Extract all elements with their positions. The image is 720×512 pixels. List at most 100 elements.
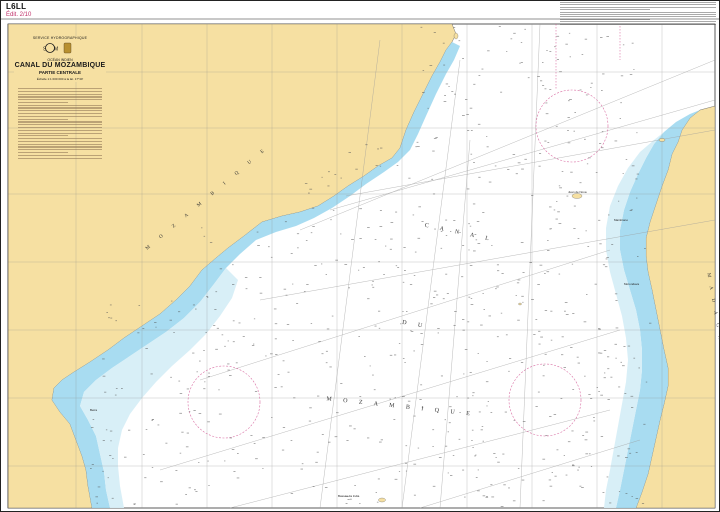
legend-block [560, 2, 716, 26]
sounding-mark [115, 320, 117, 322]
sounding-mark [453, 220, 456, 221]
scale-note: Échelle 1:1 000 000 à la lat. 17°30' [36, 77, 84, 81]
legend-line [560, 2, 716, 3]
sounding-mark [446, 293, 449, 294]
sounding-mark [462, 58, 464, 59]
sounding-mark [440, 247, 443, 249]
sounding-mark [420, 333, 423, 334]
sounding-mark [573, 205, 576, 207]
note-line [18, 90, 102, 92]
sounding-mark [233, 471, 236, 472]
sounding-mark [480, 324, 483, 326]
sounding-mark [208, 485, 210, 486]
sounding-mark [179, 393, 183, 394]
sounding-mark [376, 501, 379, 503]
sounding-mark [602, 73, 605, 75]
sounding-mark [431, 178, 434, 180]
sounding-mark [569, 99, 572, 100]
sounding-mark [508, 370, 510, 372]
sounding-mark [560, 398, 563, 399]
sounding-mark [483, 309, 485, 310]
sounding-mark [482, 440, 484, 442]
sounding-mark [349, 498, 352, 500]
sounding-mark [570, 171, 573, 173]
sounding-mark [201, 227, 203, 229]
sounding-mark [468, 249, 470, 251]
sounding-mark [173, 332, 175, 333]
sounding-mark [417, 237, 421, 239]
sounding-mark [219, 268, 223, 270]
sounding-mark [310, 232, 313, 234]
sounding-mark [470, 130, 473, 131]
sounding-mark [588, 453, 591, 455]
sounding-mark [321, 176, 323, 178]
sounding-mark [444, 419, 446, 421]
sounding-mark [355, 168, 358, 170]
sounding-mark [577, 238, 580, 239]
sounding-mark [615, 327, 619, 329]
sounding-mark [633, 69, 635, 70]
note-line [18, 104, 102, 106]
sounding-mark [521, 295, 524, 297]
sounding-mark [432, 446, 434, 447]
sounding-mark [353, 428, 356, 430]
sounding-mark [564, 302, 568, 303]
sounding-mark [478, 411, 481, 413]
sounding-mark [537, 391, 540, 393]
sounding-mark [521, 168, 524, 170]
sounding-mark [429, 65, 433, 66]
sounding-mark [270, 353, 273, 355]
sounding-mark [622, 44, 625, 46]
sounding-mark [590, 82, 593, 84]
sounding-mark [365, 144, 368, 146]
legend-line [560, 18, 650, 20]
sounding-mark [259, 277, 262, 278]
sounding-mark [544, 88, 547, 90]
sounding-mark [445, 235, 448, 236]
sounding-mark [625, 159, 628, 160]
sounding-mark [601, 131, 604, 132]
sounding-mark [445, 273, 448, 275]
sounding-mark [481, 426, 484, 427]
sounding-mark [332, 209, 335, 211]
sounding-mark [606, 36, 609, 37]
sounding-mark [577, 469, 579, 471]
sounding-mark [522, 272, 525, 273]
sounding-mark [421, 221, 424, 222]
sounding-mark [379, 210, 382, 211]
sounding-mark [474, 455, 476, 457]
sounding-mark [550, 310, 553, 312]
sounding-mark [545, 102, 548, 104]
sounding-mark [311, 207, 315, 209]
sounding-mark [529, 262, 532, 263]
sounding-mark [380, 147, 383, 149]
sounding-mark [593, 417, 595, 418]
sounding-mark [619, 118, 621, 119]
sounding-mark [469, 265, 473, 266]
sounding-mark [542, 500, 545, 502]
sounding-mark [138, 305, 141, 306]
sounding-mark [326, 328, 330, 330]
sounding-mark [175, 503, 178, 505]
sounding-mark [498, 26, 501, 27]
sounding-mark [256, 231, 259, 233]
sounding-mark [464, 349, 468, 350]
sounding-mark [579, 485, 582, 487]
chart-title: CANAL DU MOZAMBIQUE [14, 62, 106, 69]
sounding-mark [207, 460, 209, 462]
sounding-mark [169, 319, 172, 321]
sounding-mark [142, 454, 145, 455]
sounding-mark [458, 438, 461, 440]
sounding-mark [331, 315, 334, 317]
sounding-mark [603, 377, 606, 379]
sounding-mark [377, 148, 379, 150]
sounding-mark [224, 460, 226, 462]
note-line [18, 118, 68, 120]
sounding-mark [629, 210, 632, 211]
sounding-mark [504, 411, 507, 413]
sounding-mark [408, 177, 411, 179]
sounding-mark [271, 417, 273, 418]
sounding-mark [106, 312, 108, 313]
sounding-mark [505, 334, 508, 336]
sounding-mark [501, 273, 504, 274]
